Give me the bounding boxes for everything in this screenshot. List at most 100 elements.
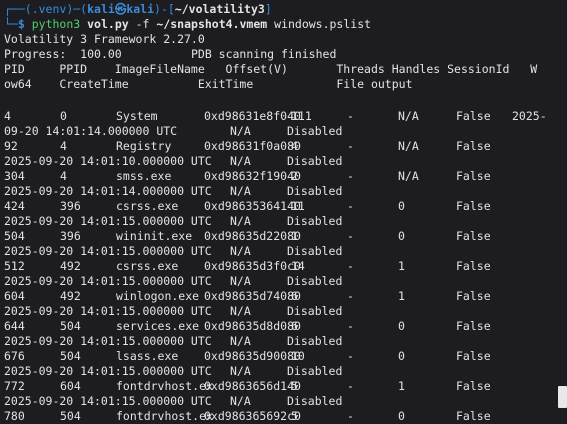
table-row-continuation: 2025-09-20 14:01:10.000000 UTC N/A Disable… — [0, 154, 567, 169]
cell-offset: 0xd98635364140 — [204, 199, 301, 213]
table-row: 644 504 services.exe 0xd98635d8d080 6 - 0 False — [0, 319, 567, 334]
cell-offset: 0xd98632f19040 — [204, 169, 301, 183]
prompt-user: kali — [87, 2, 115, 16]
cell-ppid: 504 — [60, 409, 81, 423]
cell-session: N/A — [398, 109, 419, 123]
cell-pid: 504 — [4, 229, 25, 243]
cell-pid: 304 — [4, 169, 25, 183]
cell-image-name: wininit.exe — [116, 229, 193, 243]
cell-handles: - — [347, 109, 354, 123]
scrollbar-thumb[interactable] — [558, 386, 567, 408]
framework-version: Volatility 3 Framework 2.27.0 — [4, 32, 205, 46]
cell-session: 0 — [398, 319, 405, 333]
terminal-window[interactable]: ┌──(.venv)─(kali㉿kali)-[~/volatility3] └… — [0, 0, 567, 423]
cell-create-time: 2025-09-20 14:01:15.000000 UTC — [4, 334, 212, 348]
table-row-continuation: 2025-09-20 14:01:15.000000 UTC N/A Disable… — [0, 334, 567, 349]
cell-handles: - — [347, 319, 354, 333]
command-exe: python3 — [31, 17, 81, 31]
cell-create-time: 2025-09-20 14:01:15.000000 UTC — [4, 244, 212, 258]
table-row-continuation: 2025-09-20 14:01:15.000000 UTC N/A Disable… — [0, 214, 567, 229]
table-row-continuation: 2025-09-20 14:01:15.000000 UTC N/A Disable… — [0, 244, 567, 259]
table-row: 504 396 wininit.exe 0xd98635d22080 1 - 0 False — [0, 229, 567, 244]
prompt-host: kali — [126, 2, 155, 16]
cell-offset: 0xd98631f0a080 — [204, 139, 301, 153]
cell-session: N/A — [398, 169, 419, 183]
cell-session: 0 — [398, 349, 405, 363]
cell-create-time: 09-20 14:01:14.000000 UTC — [4, 124, 178, 138]
cell-create-time: 2025- — [512, 109, 547, 123]
cell-threads: 14 — [291, 259, 305, 273]
table-row: 512 492 csrss.exe 0xd98635d3f0c0 14 - 1 False — [0, 259, 567, 274]
cell-pid: 644 — [4, 319, 25, 333]
cell-exit-time: N/A — [230, 184, 251, 198]
cell-wow64: False — [456, 379, 491, 393]
prompt-at: ㉿ — [114, 2, 127, 16]
cell-offset: 0xd98635d74080 — [204, 289, 301, 303]
cell-offset: 0xd98635d22080 — [204, 229, 301, 243]
prompt-corner-bottom: └─ — [4, 17, 18, 31]
table-row-continuation: 09-20 14:01:14.000000 UTC N/A Disabled — [0, 124, 567, 139]
cell-offset: 0xd9863656d140 — [204, 379, 301, 393]
cell-ppid: 396 — [60, 229, 81, 243]
cell-threads: 4 — [291, 139, 298, 153]
table-row: 92 4 Registry 0xd98631f0a080 4- N/A False — [0, 139, 567, 154]
cell-threads: 111 — [291, 109, 312, 123]
cell-image-name: System — [116, 109, 158, 123]
cell-offset: 0xd98635d90080 — [204, 349, 301, 363]
cell-create-time: 2025-09-20 14:01:15.000000 UTC — [4, 394, 212, 408]
cell-ppid: 4 — [60, 169, 67, 183]
cell-file-output: Disabled — [287, 214, 343, 228]
cell-create-time: 2025-09-20 14:01:14.000000 UTC — [4, 184, 212, 198]
prompt-venv: (.venv) — [24, 2, 74, 16]
cell-pid: 92 — [4, 139, 18, 153]
table-row-continuation: 2025-09-20 14:01:15.000000 UTC N/A Disable… — [0, 364, 567, 379]
cell-handles: - — [347, 379, 354, 393]
cell-handles: - — [347, 409, 354, 423]
cell-session: 1 — [398, 259, 405, 273]
cell-pid: 676 — [4, 349, 25, 363]
prompt-path: ~/volatility3 — [174, 2, 265, 16]
cell-pid: 424 — [4, 199, 25, 213]
cell-image-name: winlogon.exe — [116, 289, 200, 303]
cell-offset: 0xd986365692c0 — [204, 409, 301, 423]
cell-wow64: False — [456, 319, 491, 333]
prompt-dollar: $ — [17, 17, 32, 31]
command-script: vol.py — [87, 17, 129, 31]
cell-file-output: Disabled — [287, 364, 343, 378]
cell-ppid: 4 — [60, 139, 67, 153]
cell-ppid: 0 — [60, 109, 67, 123]
cell-exit-time: N/A — [230, 274, 251, 288]
command-line[interactable]: └─$ python3 vol.py -f ~/snapshot4.vmem w… — [4, 17, 371, 32]
cell-file-output: Disabled — [287, 334, 343, 348]
cell-image-name: fontdrvhost.ex — [116, 379, 213, 393]
cell-exit-time: N/A — [230, 304, 251, 318]
cell-create-time: 2025-09-20 14:01:15.000000 UTC — [4, 364, 212, 378]
cell-session: 0 — [398, 199, 405, 213]
cell-pid: 772 — [4, 379, 25, 393]
cell-ppid: 604 — [60, 379, 81, 393]
cell-file-output: Disabled — [287, 304, 343, 318]
cell-ppid: 504 — [60, 319, 81, 333]
cell-session: 1 — [398, 379, 405, 393]
table-row: 780 504 fontdrvhost.ex 0xd986365692c0 5 - 0 Fal… — [0, 409, 567, 424]
cell-file-output: Disabled — [287, 244, 343, 258]
table-row: 772 604 fontdrvhost.ex 0xd9863656d140 5 - 1 Fal… — [0, 379, 567, 394]
progress-value: 100.00 — [80, 47, 122, 61]
cell-create-time: 2025-09-20 14:01:10.000000 UTC — [4, 154, 212, 168]
cell-exit-time: N/A — [230, 244, 251, 258]
table-row-continuation: 2025-09-20 14:01:15.000000 UTC N/A Disable… — [0, 304, 567, 319]
prompt-line: ┌──(.venv)─(kali㉿kali)-[~/volatility3] — [4, 2, 272, 16]
cell-image-name: services.exe — [116, 319, 200, 333]
cell-wow64: False — [456, 109, 491, 123]
cell-wow64: False — [456, 289, 491, 303]
cell-wow64: False — [456, 229, 491, 243]
cell-wow64: False — [456, 139, 491, 153]
cell-image-name: smss.exe — [116, 169, 172, 183]
cell-create-time: 2025-09-20 14:01:15.000000 UTC — [4, 214, 212, 228]
cell-threads: 5 — [291, 379, 298, 393]
table-header-2: ow64 CreateTime ExitTime File output — [4, 77, 413, 91]
cell-handles: - — [347, 349, 354, 363]
cell-handles: - — [347, 289, 354, 303]
progress-status: PDB scanning finished — [190, 47, 337, 61]
cell-handles: - — [347, 139, 354, 153]
